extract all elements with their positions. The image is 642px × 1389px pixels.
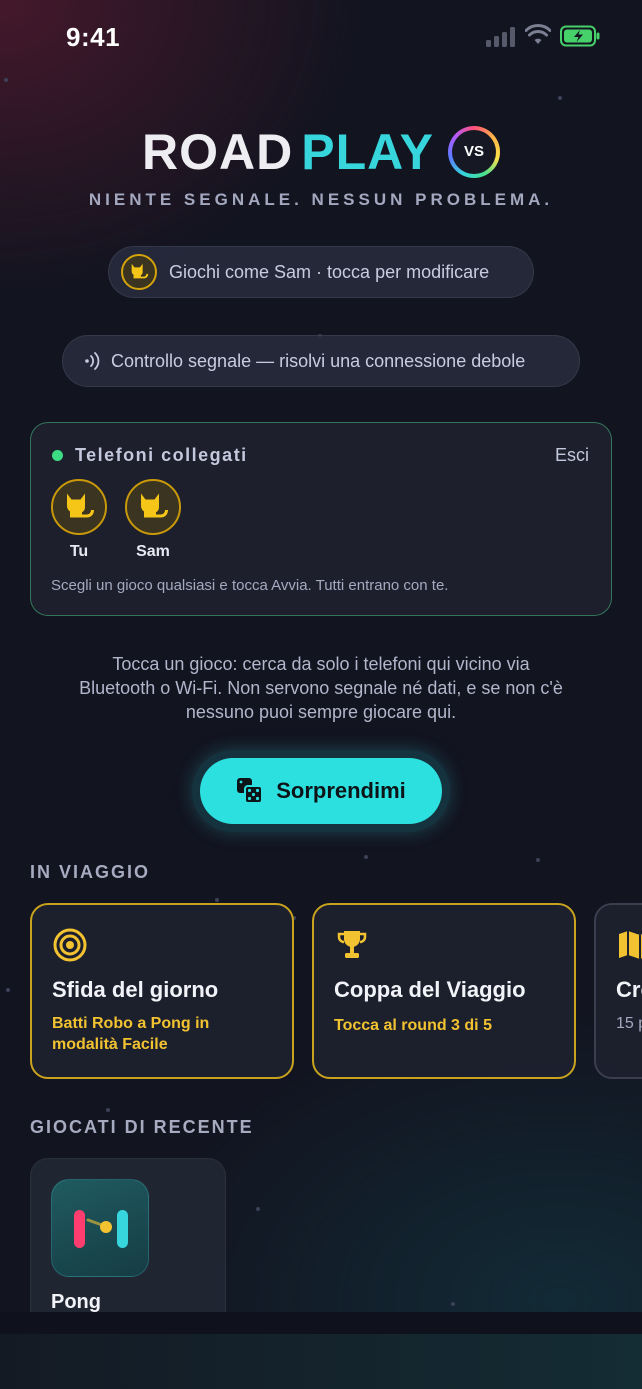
- cat-icon: [121, 254, 157, 290]
- travel-card-subtitle: Tocca al round 3 di 5: [334, 1015, 492, 1036]
- logo-play-text: PLAY: [301, 124, 434, 180]
- status-time: 9:41: [66, 22, 121, 52]
- travel-card-subtitle: Batti Robo a Pong in modalità Facile: [52, 1013, 209, 1055]
- travel-card-title: Cro: [616, 977, 642, 1002]
- trophy-icon: [337, 931, 367, 958]
- travel-card-title: Coppa del Viaggio: [334, 977, 526, 1002]
- travel-card-subtitle-line: 15 p: [616, 1015, 642, 1032]
- dice-icon: [237, 778, 264, 804]
- explanation-text: Tocca un gioco: cerca da solo i telefoni…: [40, 652, 602, 724]
- status-bar: 9:41: [0, 0, 642, 70]
- star-decoration: [558, 96, 562, 100]
- player-you: Tu: [49, 479, 109, 561]
- pong-icon: [51, 1179, 149, 1277]
- recent-game-card-pong[interactable]: Pong: [30, 1158, 226, 1328]
- app-logo: ROAD PLAY VS: [0, 120, 642, 184]
- explanation-line: Bluetooth o Wi-Fi. Non servono segnale n…: [79, 678, 563, 698]
- travel-card-title: Sfida del giorno: [52, 977, 219, 1002]
- explanation-line: nessuno puoi sempre giocare qui.: [185, 702, 457, 722]
- star-decoration: [4, 78, 8, 82]
- target-icon: [53, 928, 87, 962]
- surprise-button-glow: Sorprendimi: [192, 750, 450, 832]
- battery-charging-icon: [560, 25, 600, 47]
- profile-edit-button[interactable]: Giochi come Sam · tocca per modificare: [108, 246, 534, 298]
- travel-card-subtitle-line: Tocca al round 3 di 5: [334, 1017, 492, 1034]
- vs-badge: VS: [447, 126, 500, 178]
- star-decoration: [451, 1302, 455, 1306]
- player-name: Sam: [136, 543, 170, 560]
- vs-badge-text: VS: [451, 130, 496, 174]
- connected-phones-card: Telefoni collegati Esci Tu Sam Scegli un…: [30, 422, 612, 616]
- cat-icon: [125, 479, 181, 535]
- connection-status-dot: [52, 450, 63, 461]
- player-name: Tu: [69, 543, 89, 560]
- cellular-signal-icon: [486, 27, 515, 47]
- connected-card-title: Telefoni collegati: [75, 445, 248, 465]
- travel-card-trip-cup[interactable]: Coppa del Viaggio Tocca al round 3 di 5: [312, 903, 576, 1079]
- star-decoration: [536, 858, 540, 862]
- exit-button[interactable]: Esci: [555, 445, 589, 466]
- cat-icon: [51, 479, 107, 535]
- recent-game-name: Pong: [51, 1291, 101, 1313]
- star-decoration: [106, 1108, 110, 1112]
- tagline: NIENTE SEGNALE. NESSUN PROBLEMA.: [88, 190, 554, 209]
- player-sam: Sam: [123, 479, 183, 561]
- travel-section-title: IN VIAGGIO: [30, 862, 151, 882]
- travel-card-subtitle-line: Batti Robo a Pong in: [52, 1015, 210, 1032]
- signal-check-label: Controllo segnale — risolvi una connessi…: [111, 350, 526, 371]
- wifi-icon: [525, 24, 551, 44]
- travel-card-subtitle: 15 p: [616, 1013, 642, 1034]
- profile-pill-label: Giochi come Sam · tocca per modificare: [169, 261, 490, 282]
- surprise-button[interactable]: Sorprendimi: [200, 758, 442, 824]
- star-decoration: [256, 1207, 260, 1211]
- travel-card-daily-challenge[interactable]: Sfida del giorno Batti Robo a Pong in mo…: [30, 903, 294, 1079]
- travel-card-partial[interactable]: Cro 15 p: [594, 903, 642, 1079]
- bottom-bar-background: [0, 1312, 642, 1389]
- explanation-line: Tocca un gioco: cerca da solo i telefoni…: [112, 654, 530, 674]
- recent-section-title: GIOCATI DI RECENTE: [30, 1117, 254, 1137]
- signal-check-button[interactable]: Controllo segnale — risolvi una connessi…: [62, 335, 580, 387]
- star-decoration: [364, 855, 368, 859]
- map-icon: [619, 931, 642, 960]
- connected-card-hint: Scegli un gioco qualsiasi e tocca Avvia.…: [51, 577, 449, 594]
- logo-road-text: ROAD: [142, 124, 294, 180]
- signal-waves-icon: [85, 352, 100, 370]
- travel-card-subtitle-line: modalità Facile: [52, 1036, 168, 1053]
- star-decoration: [6, 988, 10, 992]
- surprise-button-label: Sorprendimi: [276, 778, 406, 803]
- star-decoration: [215, 898, 219, 902]
